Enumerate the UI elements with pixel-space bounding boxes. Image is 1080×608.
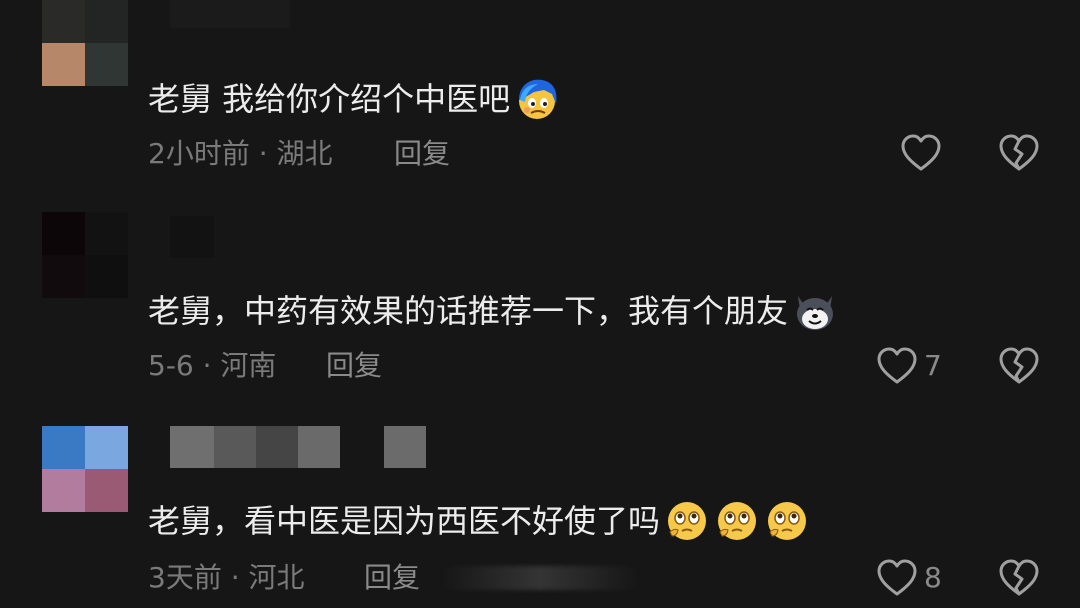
broken-heart-icon: [999, 347, 1039, 384]
pleading-face-emoji: [668, 502, 707, 540]
pleading-face-emoji: [718, 502, 757, 540]
comment-body: 老舅，看中医是因为西医不好使了吗: [148, 502, 661, 540]
comment-text: 老舅，看中医是因为西医不好使了吗: [148, 498, 810, 544]
avatar[interactable]: [42, 426, 128, 512]
broken-heart-icon: [999, 134, 1039, 171]
avatar[interactable]: [42, 0, 128, 86]
username-redacted[interactable]: [170, 216, 214, 258]
username-redacted[interactable]: [170, 426, 426, 468]
husky-dog-emoji: [797, 296, 834, 330]
comment-body: 老舅 我给你介绍个中医吧: [148, 80, 511, 118]
blurred-region: [440, 566, 640, 590]
username-redacted[interactable]: [170, 0, 290, 28]
avatar[interactable]: [42, 212, 128, 298]
reply-button[interactable]: 回复: [364, 560, 420, 596]
heart-icon: [901, 134, 941, 171]
like-button[interactable]: [900, 133, 948, 173]
like-button[interactable]: 8: [876, 558, 942, 598]
heart-icon: [877, 347, 917, 384]
dislike-button[interactable]: [998, 133, 1040, 177]
like-count: 8: [924, 561, 942, 594]
heart-icon: [877, 559, 917, 596]
comment-meta: 3天前 · 河北: [148, 561, 305, 594]
like-count: 7: [924, 349, 942, 382]
face-with-blue-hair-emoji: [519, 79, 557, 119]
reply-button[interactable]: 回复: [326, 348, 382, 384]
reply-button[interactable]: 回复: [394, 136, 450, 172]
comment-list: 老舅 我给你介绍个中医吧 2小时前 · 湖北 回复 老舅，中药有效果的话推荐一下…: [0, 0, 1080, 608]
comment-text: 老舅，中药有效果的话推荐一下，我有个朋友: [148, 288, 838, 334]
dislike-button[interactable]: [998, 346, 1040, 390]
dislike-button[interactable]: [998, 558, 1040, 602]
comment-body: 老舅，中药有效果的话推荐一下，我有个朋友: [148, 292, 789, 330]
comment-text: 老舅 我给你介绍个中医吧: [148, 76, 560, 122]
comment-meta: 5-6 · 河南: [148, 349, 277, 382]
like-button[interactable]: 7: [876, 346, 942, 386]
broken-heart-icon: [999, 559, 1039, 596]
comment-meta: 2小时前 · 湖北: [148, 137, 333, 170]
pleading-face-emoji: [768, 502, 807, 540]
